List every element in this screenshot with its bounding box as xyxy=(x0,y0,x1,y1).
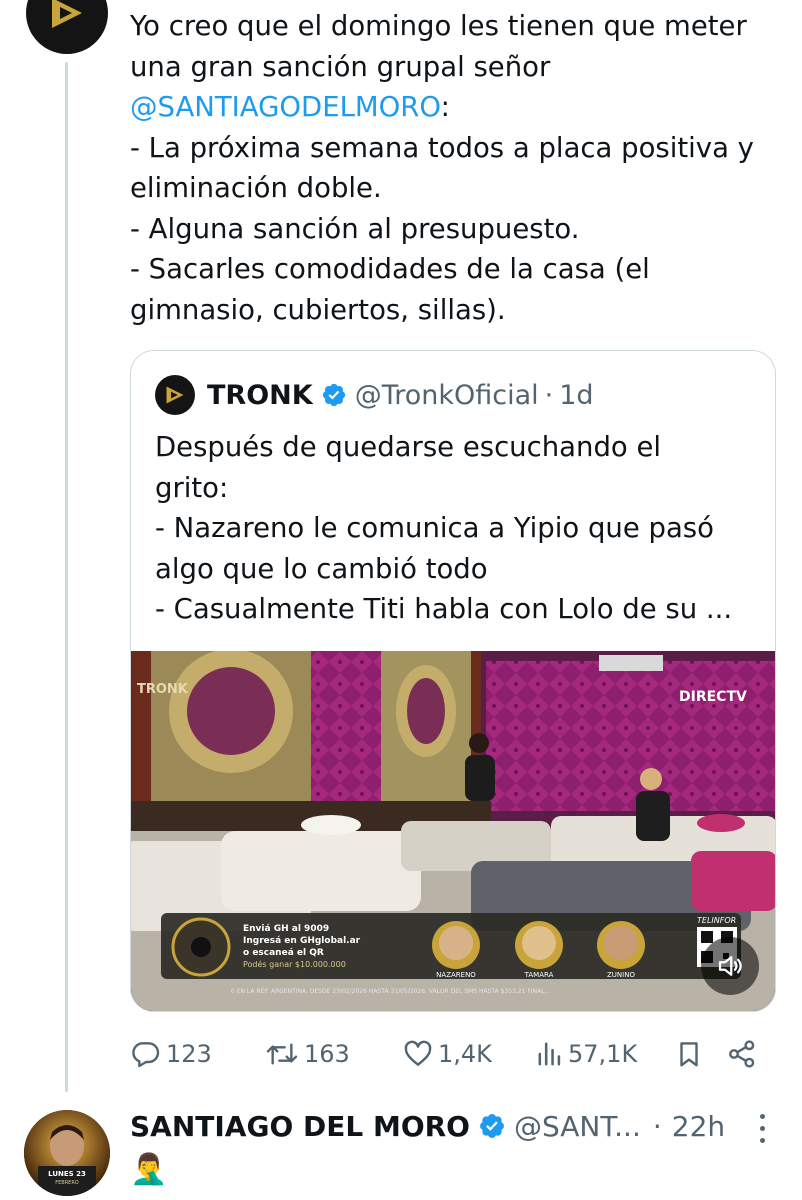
tweet-line: - La próxima semana todos a placa positi… xyxy=(130,131,754,164)
quote-text: Después de quedarse escuchando el grito:… xyxy=(155,427,765,630)
reply-button[interactable]: 123 xyxy=(130,1034,212,1074)
reply-author-avatar[interactable]: LUNES 23 FEBRERO xyxy=(24,1110,110,1196)
share-button[interactable] xyxy=(726,1034,762,1074)
views-count: 57,1K xyxy=(568,1040,638,1068)
tweet-line: @SANTIAGODELMORO: xyxy=(130,87,790,128)
banner-line: Ingresá en GHglobal.ar xyxy=(243,936,361,946)
quote-author-handle[interactable]: @TronkOficial xyxy=(355,380,539,411)
reply-author-handle[interactable]: @SANT... xyxy=(514,1110,641,1143)
reply-timestamp[interactable]: 22h xyxy=(672,1110,725,1143)
reply-author-name[interactable]: SANTIAGO DEL MORO xyxy=(130,1110,470,1143)
repost-icon xyxy=(266,1043,298,1065)
banner-line: Podés ganar $10.000.000 xyxy=(243,959,346,969)
quote-video[interactable]: TRONK DIRECTV Enviá GH al 9009 Ingresá e… xyxy=(131,651,775,1011)
avatar-caption: LUNES 23 xyxy=(48,1170,86,1178)
nominee-label: ZUNINO xyxy=(607,971,635,979)
mention-suffix: : xyxy=(440,91,450,123)
quote-timestamp[interactable]: 1d xyxy=(559,380,593,411)
tweet-text: Yo creo que el domingo les tienen que me… xyxy=(130,6,790,330)
tweet-line: - Sacarles comodidades de la casa (el xyxy=(130,253,650,285)
separator-dot: · xyxy=(544,379,554,411)
tronk-watermark: TRONK xyxy=(137,682,189,697)
views-button[interactable]: 57,1K xyxy=(536,1034,637,1074)
share-icon xyxy=(729,1040,755,1068)
quote-tweet-card[interactable]: TRONK @TronkOficial · 1d Después de qued… xyxy=(130,350,776,1012)
legal-disclaimer: 0 EN LA REP. ARGENTINA. DESDE 23/02/2026… xyxy=(231,988,550,995)
tronk-logo-icon xyxy=(166,386,184,404)
banner-line: Enviá GH al 9009 xyxy=(243,924,329,934)
tweet-line: eliminación doble. xyxy=(130,172,382,204)
verified-icon xyxy=(321,382,347,408)
volume-icon xyxy=(718,956,742,976)
repost-button[interactable]: 163 xyxy=(264,1034,350,1074)
tronk-logo-icon xyxy=(52,0,82,28)
nominee-label: NAZARENO xyxy=(436,971,476,979)
avatar-caption: FEBRERO xyxy=(55,1180,79,1186)
nominee-label: TAMARA xyxy=(524,971,554,979)
more-icon[interactable] xyxy=(750,1110,774,1146)
quote-line: Después de quedarse escuchando el xyxy=(155,431,662,463)
sponsor-label: TELINFOR xyxy=(697,916,736,925)
mention-link[interactable]: @SANTIAGODELMORO xyxy=(130,91,441,123)
reply-icon xyxy=(132,1042,160,1068)
tweet-line: Yo creo que el domingo les tienen que me… xyxy=(130,10,747,42)
mute-button[interactable] xyxy=(701,937,759,995)
author-avatar[interactable] xyxy=(26,0,108,54)
tweet-line: gimnasio, cubiertos, sillas). xyxy=(130,293,506,326)
quote-line: algo que lo cambió todo xyxy=(155,552,488,585)
channel-logo: DIRECTV xyxy=(679,689,747,705)
verified-icon xyxy=(478,1112,506,1140)
reply-count: 123 xyxy=(166,1040,212,1068)
repost-count: 163 xyxy=(304,1040,350,1068)
like-button[interactable]: 1,4K xyxy=(402,1034,492,1074)
quote-avatar[interactable] xyxy=(155,375,195,415)
like-icon xyxy=(404,1040,432,1066)
views-icon xyxy=(538,1042,561,1066)
bookmark-button[interactable] xyxy=(674,1034,708,1074)
avatar-image: LUNES 23 FEBRERO xyxy=(24,1110,110,1196)
video-frame: TRONK DIRECTV Enviá GH al 9009 Ingresá e… xyxy=(131,651,775,1011)
quote-line: - Nazareno le comunica a Yipio que pasó xyxy=(155,512,714,544)
quote-line: grito: xyxy=(155,471,229,504)
quote-header: TRONK @TronkOficial · 1d xyxy=(155,375,594,415)
reply-header: SANTIAGO DEL MORO @SANT... · 22h xyxy=(130,1104,725,1148)
like-count: 1,4K xyxy=(438,1040,492,1068)
thread-line xyxy=(65,62,68,1092)
banner-line: o escaneá el QR xyxy=(243,948,324,958)
bookmark-icon xyxy=(680,1042,698,1067)
separator-dot: · xyxy=(652,1109,662,1143)
quote-author-name[interactable]: TRONK xyxy=(207,380,313,411)
tweet-line: - Alguna sanción al presupuesto. xyxy=(130,212,580,245)
reply-text: 🤦‍♂️ xyxy=(130,1152,168,1187)
quote-line: - Casualmente Titi habla con Lolo de su … xyxy=(155,593,733,625)
tweet-line: una gran sanción grupal señor xyxy=(130,50,551,83)
tweet-actions: 123 163 1,4K 57,1K xyxy=(130,1034,770,1074)
